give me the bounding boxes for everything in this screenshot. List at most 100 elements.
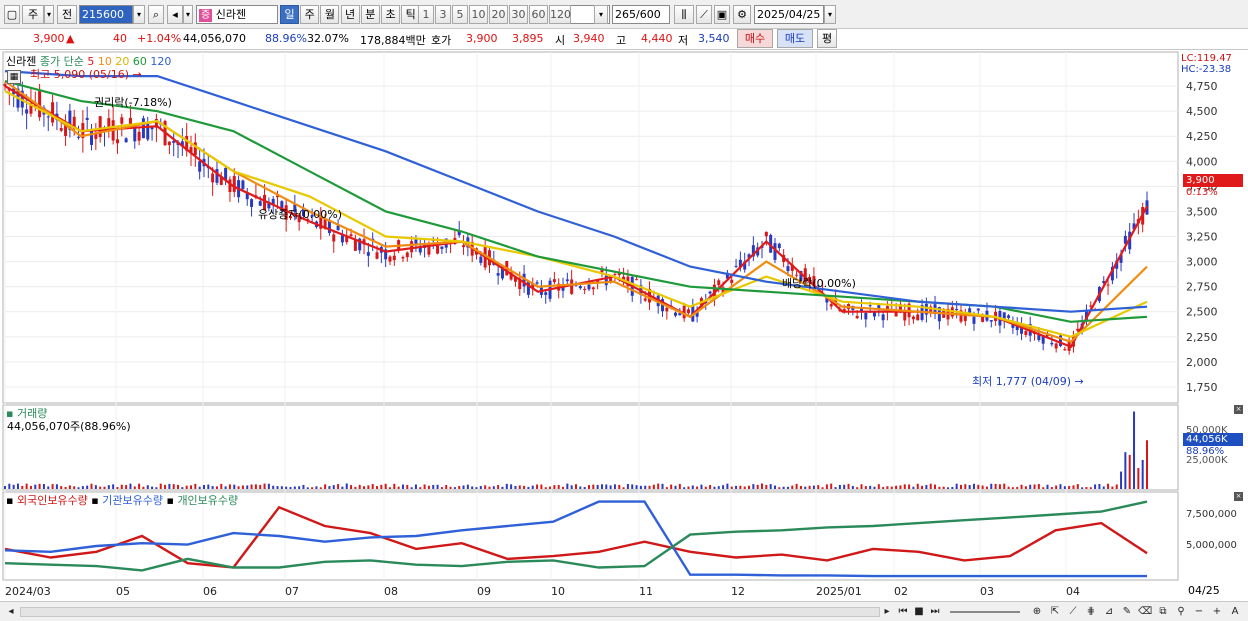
volume-bar	[808, 485, 811, 489]
chevron-down-icon[interactable]: ▾	[133, 5, 145, 24]
period-primary-select[interactable]: 주	[22, 5, 44, 24]
fibonacci-icon[interactable]: ⋕	[1084, 605, 1098, 619]
volume-bar	[440, 487, 443, 489]
chart-area[interactable]: 4,7504,5004,2504,0003,7503,5003,2503,000…	[0, 50, 1248, 601]
count-field[interactable]: 265/600	[612, 5, 670, 24]
tab-2[interactable]: 월	[320, 5, 340, 24]
open-value: 3,940	[573, 32, 605, 45]
tab-0[interactable]: 일	[280, 5, 299, 24]
volume-bar	[557, 484, 560, 489]
line-icon[interactable]: ⟋	[696, 5, 712, 24]
interval-3[interactable]: 3	[435, 5, 451, 24]
speaker-icon[interactable]: ◂	[167, 5, 183, 24]
date-input[interactable]: 2025/04/25	[754, 5, 824, 24]
close-icon[interactable]: ×	[1234, 492, 1243, 501]
stock-name-field[interactable]: 증 신라젠	[196, 5, 278, 24]
candle-body	[764, 231, 768, 237]
minus-icon[interactable]: −	[1192, 605, 1206, 619]
window-icon[interactable]: ▢	[4, 5, 20, 24]
volume-bar	[1137, 468, 1140, 489]
candle-body	[1054, 343, 1058, 349]
chevron-down-icon[interactable]: ▾	[44, 5, 54, 24]
crosshair-icon[interactable]: ⊕	[1030, 605, 1044, 619]
stop-icon[interactable]: ■	[912, 605, 926, 619]
volume-bar	[877, 484, 880, 489]
chevron-down-icon[interactable]: ▾	[824, 5, 836, 24]
tab-3[interactable]: 년	[340, 5, 360, 24]
chevron-down-icon[interactable]: ▾	[183, 5, 193, 24]
cursor-icon[interactable]: ⇱	[1048, 605, 1062, 619]
candle-body	[479, 256, 483, 263]
volume-bar	[713, 486, 716, 489]
volume-bar	[1115, 484, 1118, 489]
sell-button[interactable]: 매도	[777, 29, 813, 48]
gear-icon[interactable]: ⚙	[733, 5, 751, 24]
interval-1[interactable]: 1	[418, 5, 434, 24]
interval-30[interactable]: 30	[509, 5, 528, 24]
volume-bar	[86, 485, 89, 489]
interval-60[interactable]: 60	[529, 5, 548, 24]
tab-5[interactable]: 초	[381, 5, 400, 24]
interval-20[interactable]: 20	[489, 5, 508, 24]
candle-body	[868, 305, 872, 307]
zoom-icon[interactable]: ⚲	[1174, 605, 1188, 619]
volume-bar	[263, 483, 266, 489]
pencil-icon[interactable]: ✎	[1120, 605, 1134, 619]
volume-bar	[1033, 484, 1036, 489]
trendline-icon[interactable]: ⟋	[1066, 605, 1080, 619]
volume-bar	[825, 484, 828, 489]
volume-bar	[652, 484, 655, 489]
volume-bar	[298, 486, 301, 489]
candle-body	[232, 176, 236, 192]
x-tick-5: 09	[477, 585, 491, 598]
volume-bar	[570, 485, 573, 489]
candle-body	[392, 255, 396, 261]
tab-1[interactable]: 주	[300, 5, 320, 24]
scroll-right-icon[interactable]: ▸	[880, 605, 894, 619]
forward-icon[interactable]: ⏭	[928, 605, 942, 619]
plus-icon[interactable]: +	[1210, 605, 1224, 619]
close-icon[interactable]: ×	[1234, 405, 1243, 414]
volume-bar	[618, 484, 621, 489]
volume-bar	[748, 485, 751, 489]
volume-bar	[1107, 483, 1110, 489]
candle-body	[250, 199, 254, 207]
volume-bar	[1120, 471, 1123, 489]
grid-icon[interactable]: ▦	[7, 70, 21, 84]
volume-bar	[272, 485, 275, 489]
volume-bar	[510, 484, 513, 489]
volume-bar	[1055, 485, 1058, 489]
average-button[interactable]: 평	[817, 29, 837, 48]
search-icon[interactable]: ⌕	[148, 5, 164, 24]
volume-bar	[544, 487, 547, 489]
buy-button[interactable]: 매수	[737, 29, 773, 48]
price-type-select[interactable]: 전	[57, 5, 77, 24]
interval-5[interactable]: 5	[452, 5, 468, 24]
code-input[interactable]: 215600	[79, 5, 133, 24]
save-icon[interactable]: ▣	[714, 5, 730, 24]
candle-icon[interactable]: ⫼	[674, 5, 694, 24]
interval-120[interactable]: 120	[549, 5, 571, 24]
volume-bar	[947, 487, 950, 489]
ruler-icon[interactable]: ⊿	[1102, 605, 1116, 619]
text-tool-icon[interactable]: A	[1228, 605, 1242, 619]
volume-bar	[38, 483, 41, 489]
turnover-value: 32.07%	[307, 32, 349, 45]
tab-4[interactable]: 분	[360, 5, 380, 24]
volume-bar	[665, 487, 668, 489]
volume-bar	[864, 486, 867, 489]
scroll-left-icon[interactable]: ◂	[4, 605, 18, 619]
volume-bar	[994, 483, 997, 489]
x-tick-9: 2025/01	[816, 585, 862, 598]
volume-bar	[657, 483, 660, 489]
candle-body	[1024, 330, 1028, 336]
zoom-slider[interactable]	[950, 611, 1020, 613]
volume-bar	[16, 483, 19, 489]
copy-icon[interactable]: ⧉	[1156, 605, 1170, 619]
interval-10[interactable]: 10	[469, 5, 488, 24]
chevron-down-icon[interactable]: ▾	[594, 5, 608, 24]
eraser-icon[interactable]: ⌫	[1138, 605, 1152, 619]
rewind-icon[interactable]: ⏮	[896, 605, 910, 619]
volume-bar	[215, 486, 218, 489]
scrollbar-track[interactable]	[20, 607, 880, 617]
